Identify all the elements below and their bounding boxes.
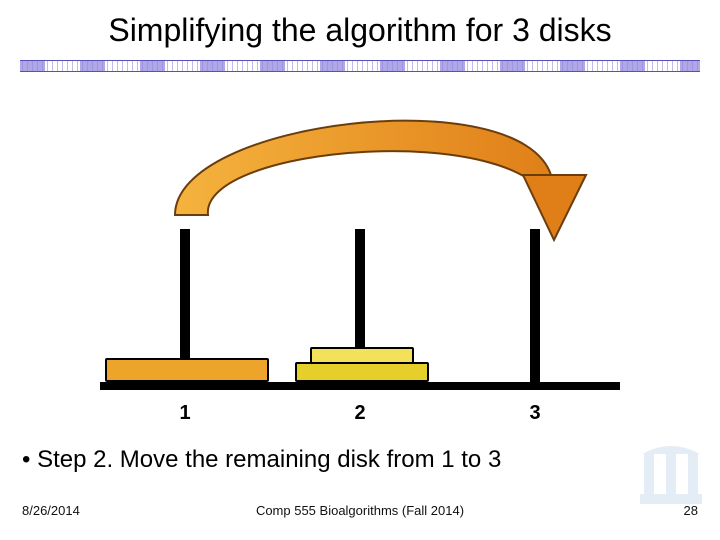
- peg-3: [530, 229, 540, 382]
- footer: 8/26/2014 Comp 555 Bioalgorithms (Fall 2…: [0, 503, 720, 531]
- hanoi-diagram: [100, 210, 620, 390]
- slide-title: Simplifying the algorithm for 3 disks: [0, 12, 720, 49]
- peg-labels: 1 2 3: [100, 402, 620, 426]
- hanoi-base: [100, 382, 620, 390]
- step-text: • Step 2. Move the remaining disk from 1…: [22, 446, 501, 474]
- footer-course: Comp 555 Bioalgorithms (Fall 2014): [0, 503, 720, 518]
- dna-divider: [20, 60, 700, 72]
- disk-small: [310, 347, 414, 364]
- disk-medium: [295, 362, 429, 382]
- footer-page: 28: [684, 503, 698, 518]
- peg-label-1: 1: [165, 402, 205, 425]
- peg-label-3: 3: [515, 402, 555, 425]
- disk-large: [105, 358, 269, 382]
- slide: Simplifying the algorithm for 3 disks 1 …: [0, 0, 720, 540]
- peg-label-2: 2: [340, 402, 380, 425]
- unc-watermark-icon: [636, 440, 706, 510]
